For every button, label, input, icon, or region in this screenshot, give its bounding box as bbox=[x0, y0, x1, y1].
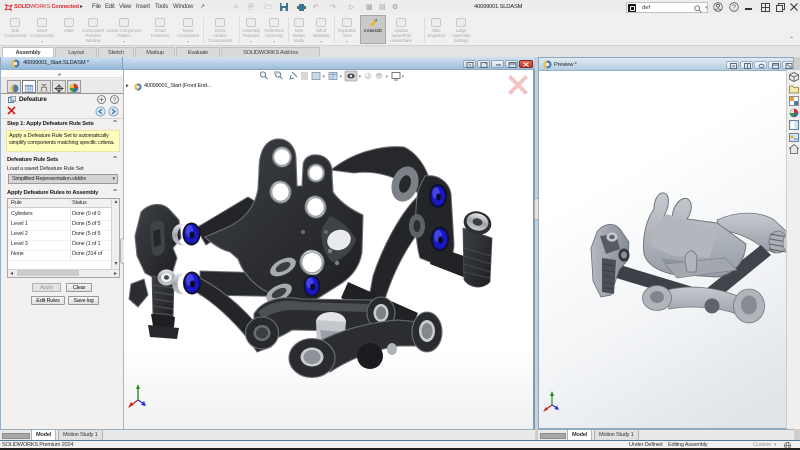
svg-text:?: ? bbox=[113, 97, 117, 104]
svg-text:▾: ▾ bbox=[359, 74, 362, 80]
svg-text:?: ? bbox=[732, 4, 736, 11]
svg-text:▾: ▾ bbox=[402, 74, 405, 80]
svg-text:▾: ▾ bbox=[323, 74, 326, 80]
svg-text:▾: ▾ bbox=[386, 74, 389, 80]
svg-text:▾: ▾ bbox=[340, 74, 343, 80]
